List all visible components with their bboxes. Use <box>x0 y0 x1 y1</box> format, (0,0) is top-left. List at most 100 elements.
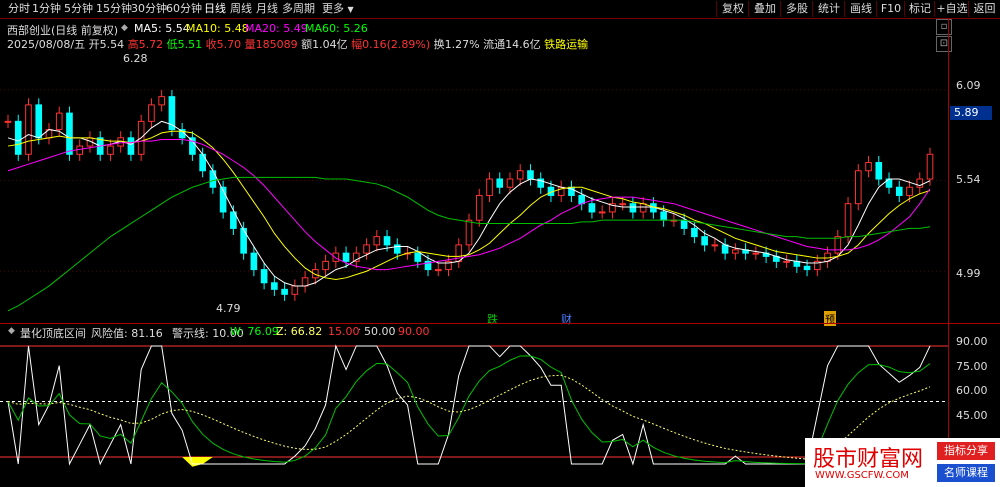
back-button[interactable]: 返回 <box>968 1 1000 17</box>
z-line <box>7 374 931 460</box>
tab-timeframe-9[interactable]: 多周期 <box>282 2 315 16</box>
candle <box>168 90 176 137</box>
ma5-line <box>7 120 931 287</box>
candle <box>189 131 196 161</box>
candle <box>66 106 73 161</box>
candle <box>496 172 504 194</box>
candle <box>45 123 53 145</box>
candle <box>732 243 739 260</box>
tab-timeframe-daily[interactable]: 日线 <box>204 2 226 16</box>
candle <box>281 282 288 301</box>
candle <box>373 230 381 252</box>
candle <box>783 254 790 268</box>
price-tick: 4.99 <box>956 267 981 280</box>
tab-timeframe-more[interactable]: 更多 ▼ <box>322 2 354 16</box>
candle <box>752 246 760 260</box>
candle <box>107 139 114 161</box>
add-watchlist-button[interactable]: +自选 <box>934 1 969 17</box>
price-tick: 6.09 <box>956 79 981 92</box>
watermark-tag-share: 指标分享 <box>937 442 995 460</box>
watermark-url: WWW.GSCFW.COM <box>815 470 909 481</box>
candle <box>301 271 309 293</box>
candle <box>527 164 534 186</box>
candle <box>352 246 360 268</box>
candle <box>742 243 749 260</box>
candle <box>322 254 329 277</box>
candle <box>271 276 278 296</box>
candle <box>926 147 934 186</box>
current-price-badge: 5.89 <box>950 106 992 120</box>
candle <box>803 259 811 277</box>
tab-timeframe-0[interactable]: 分时 <box>8 2 30 16</box>
candle <box>465 213 473 252</box>
low-price-marker: 4.79 <box>216 302 241 315</box>
candle <box>557 180 565 203</box>
candle <box>434 263 442 277</box>
overlay-button[interactable]: 叠加 <box>748 1 781 17</box>
candle <box>516 164 524 186</box>
candle <box>578 188 586 211</box>
tab-timeframe-5[interactable]: 60分钟 <box>166 2 202 16</box>
tab-timeframe-8[interactable]: 月线 <box>256 2 278 16</box>
stats-button[interactable]: 统计 <box>812 1 845 17</box>
candle <box>629 197 637 219</box>
candle <box>793 254 801 273</box>
f10-button[interactable]: F10 <box>876 1 905 17</box>
tab-timeframe-2[interactable]: 5分钟 <box>64 2 93 16</box>
watermark-site: 股市财富网 <box>813 447 924 472</box>
indicator-tick: 75.00 <box>956 360 988 373</box>
candle <box>14 114 22 161</box>
candle <box>445 254 452 277</box>
candle <box>76 139 84 161</box>
candle <box>240 221 247 260</box>
risk-line <box>7 344 931 466</box>
chevron-down-icon: ▼ <box>347 5 354 14</box>
watermark-logo: 股市财富网 WWW.GSCFW.COM 指标分享 名师课程 <box>805 438 1000 487</box>
candle <box>721 238 729 260</box>
candle <box>568 180 575 203</box>
indicator-tick: 60.00 <box>956 384 988 397</box>
candle <box>363 238 370 260</box>
candle <box>475 188 483 227</box>
candle <box>598 205 606 219</box>
candle <box>865 155 872 178</box>
tab-timeframe-1[interactable]: 1分钟 <box>32 2 61 16</box>
candle <box>885 172 893 194</box>
tab-timeframe-3[interactable]: 15分钟 <box>96 2 132 16</box>
candle <box>711 238 719 252</box>
multi-stock-button[interactable]: 多股 <box>780 1 813 17</box>
candle <box>773 249 780 268</box>
watermark-tag-course: 名师课程 <box>937 464 995 482</box>
ma10-line <box>7 130 931 280</box>
candle <box>916 172 924 194</box>
candle <box>895 180 903 203</box>
fuquan-button[interactable]: 复权 <box>716 1 749 17</box>
candle <box>209 164 217 194</box>
tab-timeframe-7[interactable]: 周线 <box>230 2 252 16</box>
bottom-zone-fill <box>182 457 213 467</box>
candle <box>609 197 616 219</box>
candle <box>639 197 647 219</box>
candle <box>260 263 268 290</box>
candle <box>148 98 155 128</box>
candle <box>854 164 862 211</box>
candle <box>680 213 688 235</box>
draw-line-button[interactable]: 画线 <box>844 1 877 17</box>
candle <box>127 131 135 161</box>
candle <box>158 90 165 112</box>
more-label: 更多 <box>322 2 344 15</box>
indicator-tick: 90.00 <box>956 335 988 348</box>
tab-timeframe-4[interactable]: 30分钟 <box>131 2 167 16</box>
candle <box>4 114 12 128</box>
candle <box>291 279 299 301</box>
candle <box>332 246 340 268</box>
indicator-tick: 45.00 <box>956 409 988 422</box>
price-tick: 5.54 <box>956 173 981 186</box>
high-price-marker: 6.28 <box>123 52 148 65</box>
candle <box>25 98 32 161</box>
mark-button[interactable]: 标记 <box>904 1 935 17</box>
candle <box>486 172 493 203</box>
candle <box>250 246 258 277</box>
candle <box>455 238 463 268</box>
candle <box>537 172 545 194</box>
